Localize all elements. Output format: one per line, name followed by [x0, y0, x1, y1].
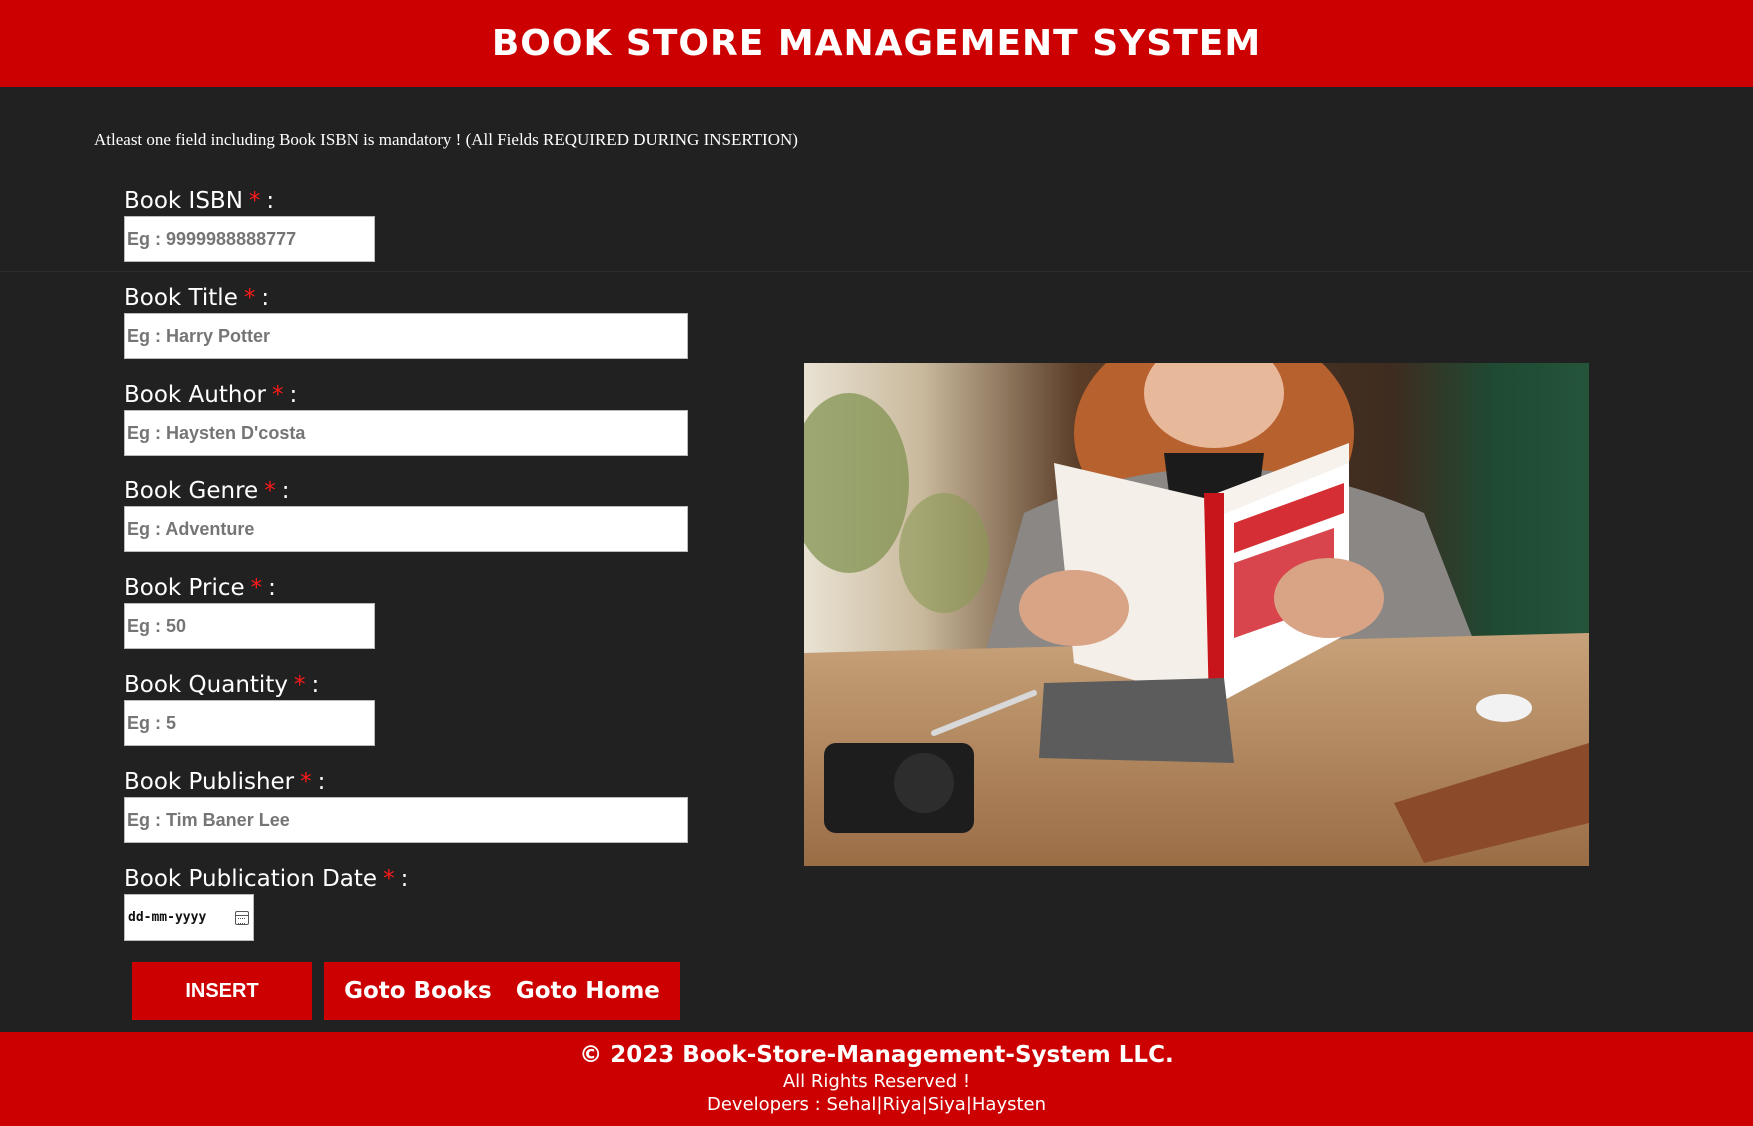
nav-button-group: Goto Books Goto Home — [324, 962, 680, 1020]
required-mark: * — [243, 285, 256, 311]
genre-label: Book Genre *: — [124, 478, 290, 504]
reading-photo — [804, 363, 1589, 866]
isbn-label: Book ISBN *: — [124, 188, 275, 214]
footer-copyright: © 2023 Book-Store-Management-System LLC. — [579, 1042, 1174, 1068]
price-label: Book Price *: — [124, 575, 276, 601]
title-input[interactable] — [124, 313, 688, 359]
mandatory-notice: Atleast one field including Book ISBN is… — [94, 130, 798, 149]
goto-home-button[interactable]: Goto Home — [516, 978, 660, 1004]
title-label: Book Title *: — [124, 285, 270, 311]
author-field-group: Book Author *: — [124, 380, 688, 456]
insert-button[interactable]: INSERT — [132, 962, 312, 1020]
required-mark: * — [248, 188, 261, 214]
page-footer: © 2023 Book-Store-Management-System LLC.… — [0, 1032, 1753, 1126]
quantity-input[interactable] — [124, 700, 375, 746]
required-mark: * — [250, 575, 263, 601]
goto-books-button[interactable]: Goto Books — [344, 978, 492, 1004]
publisher-input[interactable] — [124, 797, 688, 843]
pubdate-placeholder: dd-mm-yyyy — [128, 910, 207, 925]
footer-developers: Developers : Sehal|Riya|Siya|Haysten — [706, 1094, 1047, 1115]
pubdate-field-group: Book Publication Date *: dd-mm-yyyy — [124, 864, 408, 941]
isbn-field-group: Book ISBN *: — [124, 186, 375, 262]
required-mark: * — [264, 478, 276, 504]
footer-rights: All Rights Reserved ! — [782, 1071, 971, 1092]
author-label: Book Author *: — [124, 382, 298, 408]
genre-field-group: Book Genre *: — [124, 476, 688, 552]
required-mark: * — [272, 382, 284, 408]
page-header: BOOK STORE MANAGEMENT SYSTEM — [0, 0, 1753, 87]
page-title: BOOK STORE MANAGEMENT SYSTEM — [491, 23, 1262, 64]
pubdate-input[interactable]: dd-mm-yyyy — [124, 894, 254, 941]
calendar-icon[interactable] — [235, 910, 249, 925]
publisher-label: Book Publisher *: — [124, 769, 326, 795]
price-field-group: Book Price *: — [124, 573, 375, 649]
pubdate-label: Book Publication Date *: — [124, 866, 409, 892]
title-field-group: Book Title *: — [124, 283, 688, 359]
quantity-field-group: Book Quantity *: — [124, 670, 375, 746]
publisher-field-group: Book Publisher *: — [124, 767, 688, 843]
price-input[interactable] — [124, 603, 375, 649]
isbn-input[interactable] — [124, 216, 375, 262]
author-input[interactable] — [124, 410, 688, 456]
required-mark: * — [293, 672, 306, 698]
required-mark: * — [383, 866, 395, 892]
required-mark: * — [300, 769, 312, 795]
genre-input[interactable] — [124, 506, 688, 552]
quantity-label: Book Quantity *: — [124, 672, 320, 698]
divider — [0, 271, 1753, 272]
